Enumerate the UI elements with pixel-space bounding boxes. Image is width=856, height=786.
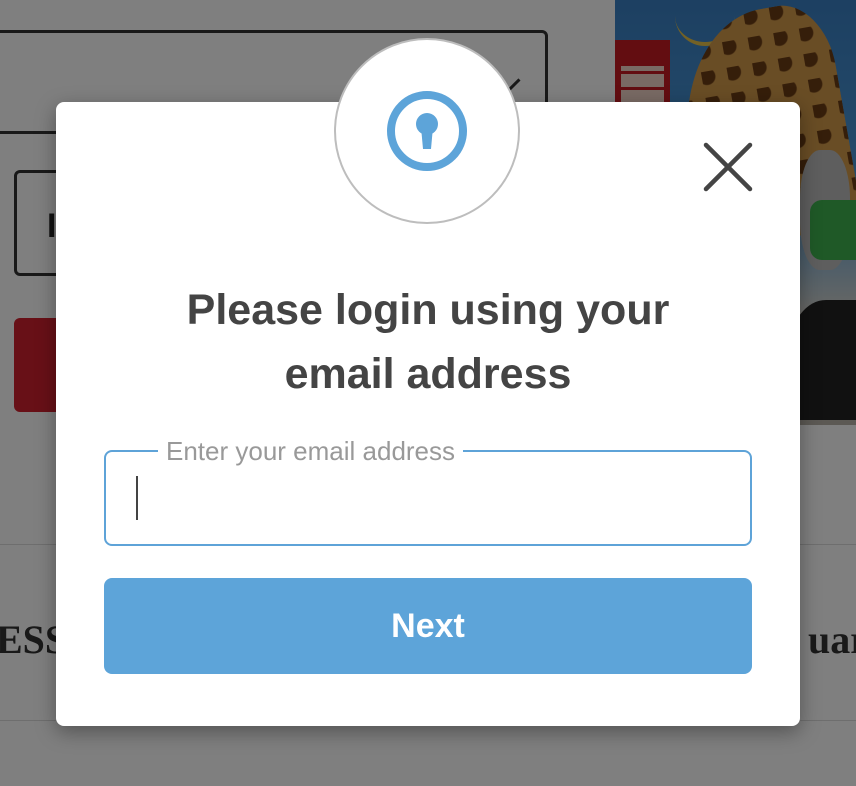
keyhole-lock-icon xyxy=(387,91,467,171)
close-button[interactable] xyxy=(700,139,756,195)
heading-line-1: Please login using your xyxy=(186,286,670,334)
email-field-label: Enter your email address xyxy=(158,436,464,466)
heading-line-2: email address xyxy=(284,350,572,398)
lock-badge xyxy=(334,38,520,224)
email-field[interactable] xyxy=(136,474,716,524)
email-field-container: Enter your email address xyxy=(104,436,752,546)
next-button[interactable]: Next xyxy=(104,578,752,674)
modal-heading: Please login using your email address xyxy=(56,278,800,406)
close-icon xyxy=(703,142,753,192)
